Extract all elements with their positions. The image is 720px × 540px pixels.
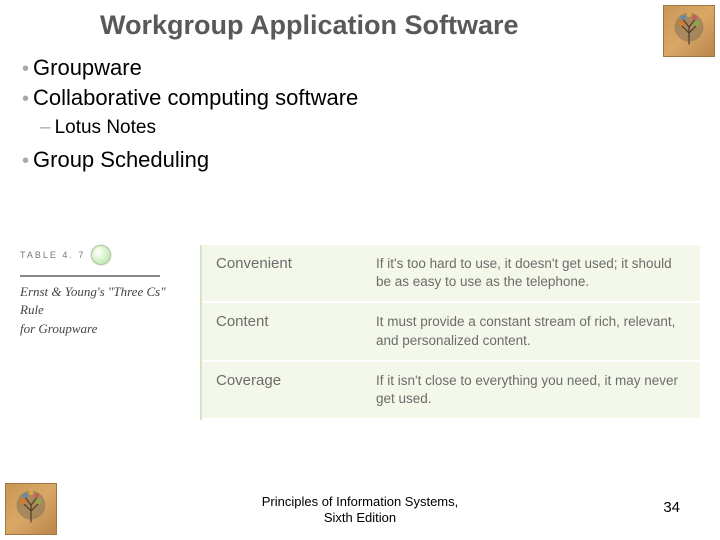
table-row: Convenient If it's too hard to use, it d… <box>202 245 700 303</box>
footer-text: Principles of Information Systems, Sixth… <box>262 494 459 527</box>
footer-line: Principles of Information Systems, <box>262 494 459 510</box>
sub-bullet-item: – Lotus Notes <box>40 117 358 139</box>
divider <box>20 275 160 277</box>
dash-icon: – <box>40 117 51 139</box>
slide-title: Workgroup Application Software <box>100 10 519 41</box>
caption-line: Ernst & Young's "Three Cs" Rule <box>20 283 188 319</box>
table-term: Convenient <box>202 245 362 301</box>
bullet-text: Groupware <box>33 55 142 81</box>
bullet-item: • Group Scheduling <box>22 147 358 173</box>
footer-line: Sixth Edition <box>262 510 459 526</box>
bullet-dot-icon: • <box>22 59 29 79</box>
bullet-item: • Groupware <box>22 55 358 81</box>
table-caption: TABLE 4. 7 Ernst & Young's "Three Cs" Ru… <box>20 245 200 420</box>
sub-bullet-text: Lotus Notes <box>55 117 156 139</box>
page-number: 34 <box>663 499 680 516</box>
bullet-list: • Groupware • Collaborative computing so… <box>22 55 358 177</box>
table-figure: TABLE 4. 7 Ernst & Young's "Three Cs" Ru… <box>20 245 700 420</box>
decorative-circle-icon <box>91 245 111 265</box>
bullet-dot-icon: • <box>22 89 29 109</box>
caption-line: for Groupware <box>20 320 188 338</box>
table-term: Content <box>202 303 362 359</box>
table-number: TABLE 4. 7 <box>20 249 85 262</box>
bullet-item: • Collaborative computing software <box>22 85 358 111</box>
bullet-text: Group Scheduling <box>33 147 209 173</box>
table-row: Content It must provide a constant strea… <box>202 303 700 361</box>
decorative-tree-icon-bottom <box>5 483 57 535</box>
table-desc: If it isn't close to everything you need… <box>362 362 700 418</box>
table-body: Convenient If it's too hard to use, it d… <box>200 245 700 420</box>
bullet-text: Collaborative computing software <box>33 85 358 111</box>
table-desc: It must provide a constant stream of ric… <box>362 303 700 359</box>
bullet-dot-icon: • <box>22 151 29 171</box>
table-row: Coverage If it isn't close to everything… <box>202 362 700 420</box>
decorative-tree-icon-top <box>663 5 715 57</box>
table-term: Coverage <box>202 362 362 418</box>
table-desc: If it's too hard to use, it doesn't get … <box>362 245 700 301</box>
